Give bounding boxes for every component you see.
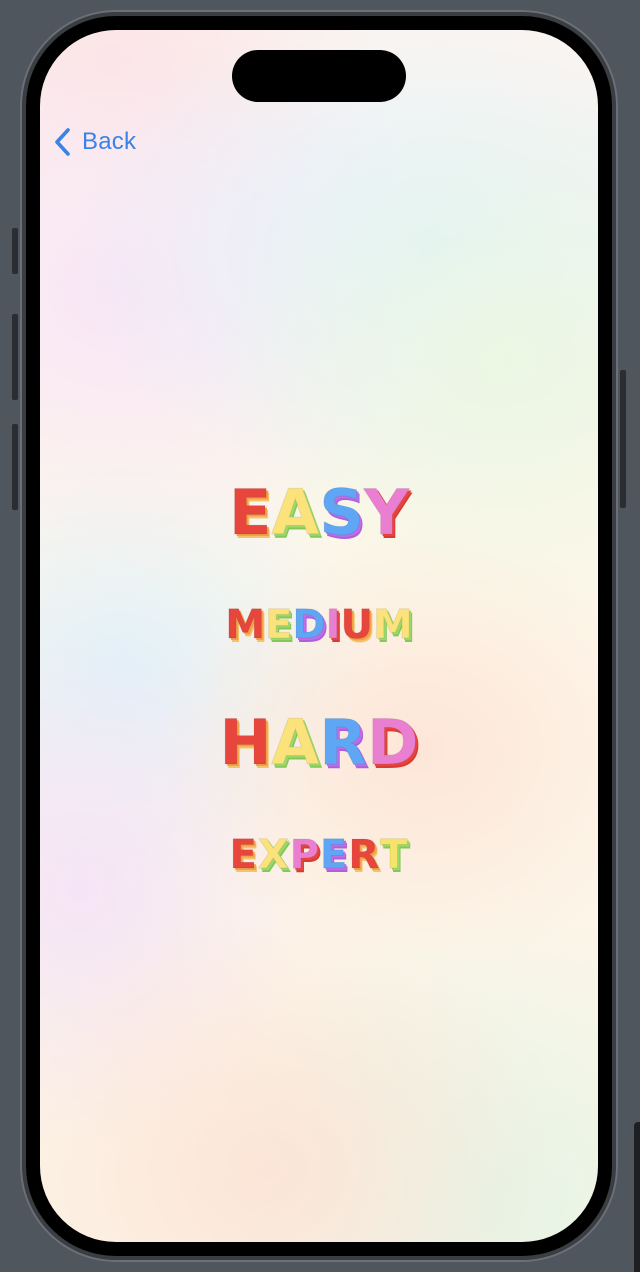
expert-letter: E (320, 832, 349, 879)
volume-up-button (12, 314, 18, 400)
hard-letter: A (271, 706, 320, 780)
app-screen: Back EASY MEDIUM HARD EXPERT (40, 30, 598, 1242)
medium-button[interactable]: MEDIUM (40, 602, 598, 649)
medium-letter: M (225, 602, 266, 649)
easy-letter: E (229, 476, 272, 550)
easy-button[interactable]: EASY (40, 476, 598, 550)
window-edge (634, 1122, 640, 1272)
medium-letter: E (265, 602, 293, 649)
expert-letter: R (348, 832, 381, 879)
expert-letter: X (257, 832, 290, 879)
hard-button[interactable]: HARD (40, 706, 598, 780)
power-button (620, 370, 626, 508)
difficulty-list: EASY MEDIUM HARD EXPERT (40, 30, 598, 1242)
device-mockup: Back EASY MEDIUM HARD EXPERT (0, 0, 640, 1272)
expert-letter: E (229, 832, 258, 879)
easy-letter: A (271, 476, 320, 550)
easy-letter: Y (364, 476, 410, 550)
easy-letter: S (319, 476, 365, 550)
volume-down-button (12, 424, 18, 510)
hard-letter: D (367, 706, 419, 780)
medium-letter: U (340, 602, 373, 649)
action-button (12, 228, 18, 274)
medium-letter: M (372, 602, 413, 649)
medium-letter: I (325, 602, 341, 649)
medium-letter: D (292, 602, 326, 649)
expert-letter: T (380, 832, 409, 879)
hard-letter: H (219, 706, 272, 780)
expert-button[interactable]: EXPERT (40, 832, 598, 879)
hard-letter: R (319, 706, 368, 780)
expert-letter: P (289, 832, 321, 879)
